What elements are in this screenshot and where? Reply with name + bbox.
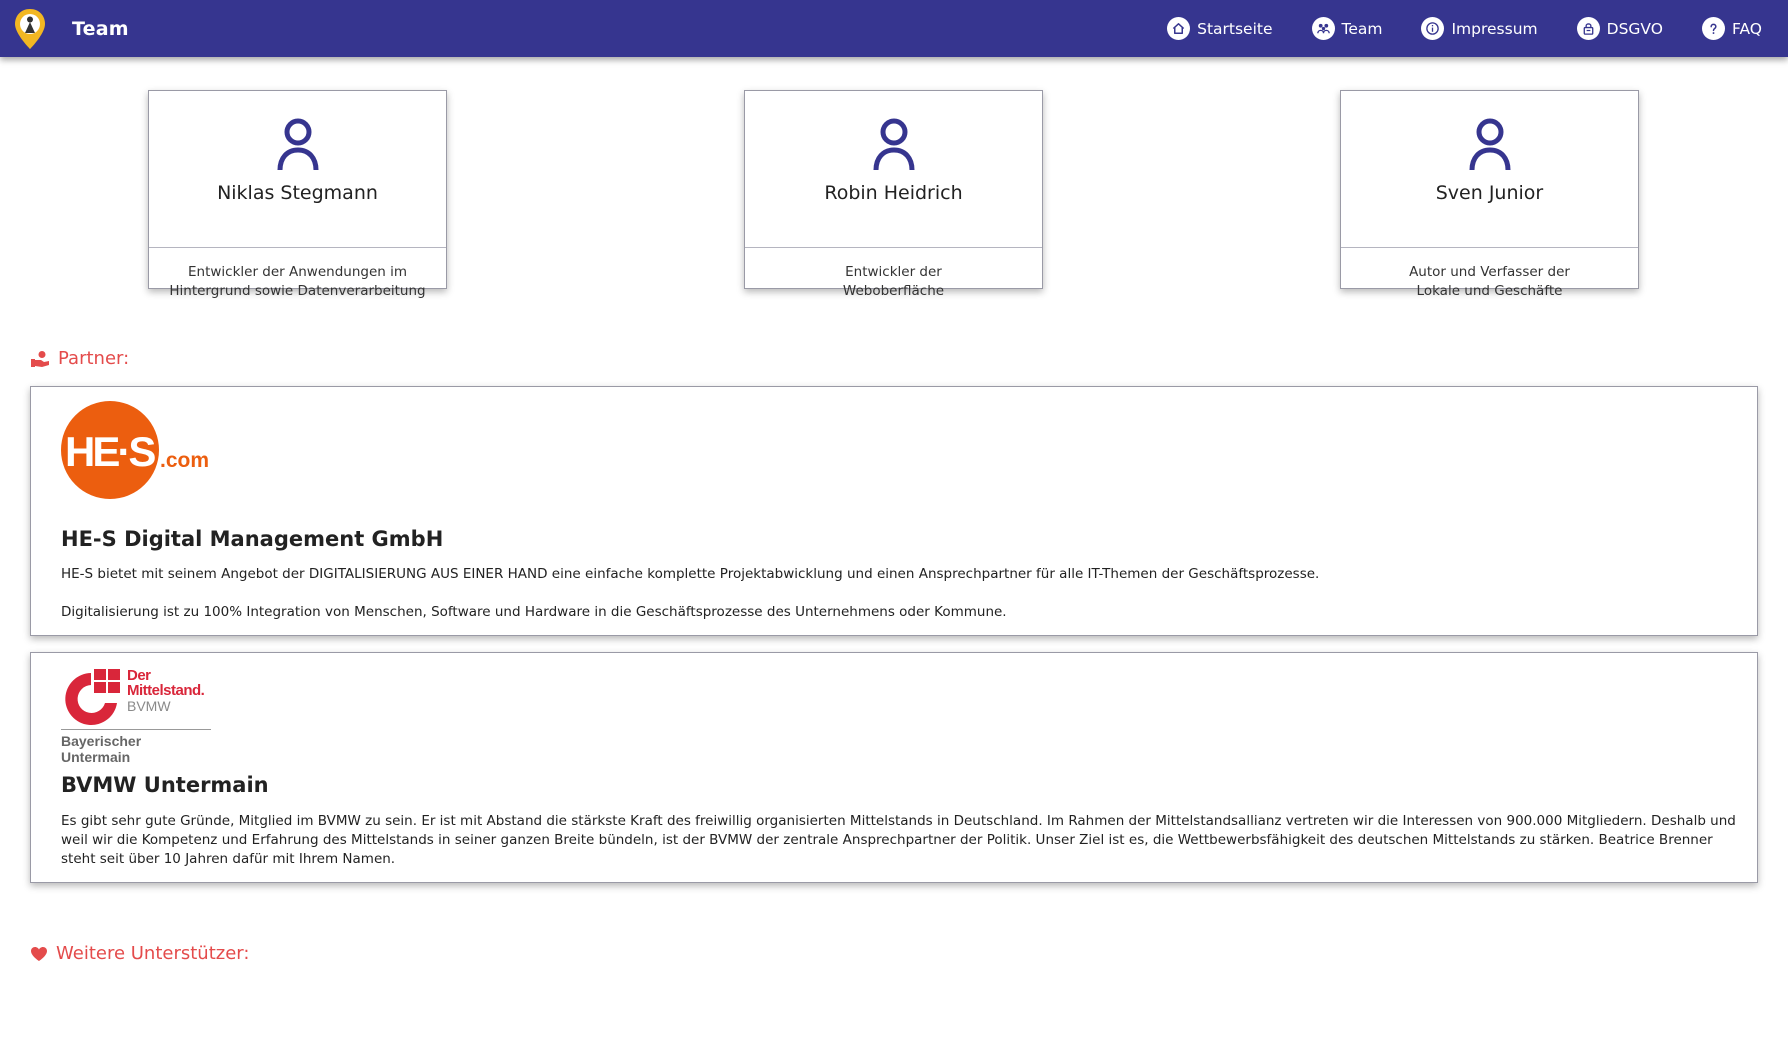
nav-faq[interactable]: FAQ [1701,17,1762,40]
supporters-heading: Weitere Unterstützer: [30,943,249,964]
nav-dsgvo[interactable]: DSGVO [1576,17,1663,40]
hes-logo-suffix: .com [160,449,210,472]
team-card-header: Niklas Stegmann [149,118,446,248]
partner-heading: Partner: [30,348,129,369]
nav-links: Startseite Team Impressum DSGVO FAQ [1128,0,1788,57]
supporters-heading-label: Weitere Unterstützer: [56,943,250,964]
partner-description: Digitalisierung ist zu 100% Integration … [61,604,1007,620]
home-icon [1167,17,1191,40]
hes-logo-text: HE·S [65,428,156,475]
nav-team-label: Team [1341,19,1383,38]
hes-logo: HE·S .com [61,401,213,501]
partner-heading-label: Partner: [58,348,130,369]
nav-team[interactable]: Team [1311,17,1383,40]
bvmw-logo-region: Bayerischer Untermain [61,733,142,765]
nav-faq-label: FAQ [1731,19,1762,38]
team-card: Niklas Stegmann Entwickler der Anwendung… [148,90,447,299]
nav-impressum[interactable]: Impressum [1421,17,1538,40]
app-logo-icon [15,8,45,49]
partner-description: HE-S bietet mit seinem Angebot der DIGIT… [61,566,1320,582]
member-role: Autor und Verfasser der Lokale und Gesch… [1409,264,1570,299]
team-card-header: Robin Heidrich [745,118,1042,248]
nav-startseite-label: Startseite [1197,19,1273,38]
person-icon [873,118,914,171]
bvmw-logo-line2: Mittelstand. [127,682,205,699]
team-card-header: Sven Junior [1341,118,1638,248]
bvmw-emblem-icon [65,669,120,725]
people-icon [1311,17,1335,40]
bvmw-logo: Der Mittelstand. BVMW Bayerischer Unterm… [61,667,213,765]
nav-impressum-label: Impressum [1451,19,1538,38]
info-icon [1421,17,1445,40]
member-name: Niklas Stegmann [217,182,378,204]
partner-card-hes: HE·S .com HE-S Digital Management GmbH H… [30,386,1758,636]
member-role: Entwickler der Anwendungen im Hintergrun… [169,264,426,299]
lock-icon [1576,17,1600,40]
bvmw-logo-divider [61,729,211,730]
app-title: Team [72,17,129,40]
team-card: Sven Junior Autor und Verfasser der Loka… [1340,90,1639,299]
person-icon [277,118,318,171]
nav-startseite[interactable]: Startseite [1167,17,1273,40]
handshake-icon [31,350,49,367]
person-icon [1469,118,1510,171]
member-role: Entwickler der Weboberfläche [842,264,945,299]
bvmw-logo-line3: BVMW [127,698,171,714]
team-card: Robin Heidrich Entwickler der Weboberflä… [744,90,1043,299]
heart-icon [31,946,47,961]
partner-card-bvmw: Der Mittelstand. BVMW Bayerischer Unterm… [30,652,1758,883]
member-name: Sven Junior [1435,182,1544,204]
navbar: Team Startseite Team Impressum DSGVO FAQ [0,0,1788,57]
partner-description: Es gibt sehr gute Gründe, Mitglied im BV… [61,813,1736,867]
brand[interactable]: Team [0,0,129,57]
partner-name: HE-S Digital Management GmbH [61,527,444,551]
bvmw-logo-line1: Der [127,667,151,684]
question-icon [1701,17,1725,40]
partner-name: BVMW Untermain [61,773,269,797]
nav-dsgvo-label: DSGVO [1606,19,1663,38]
member-name: Robin Heidrich [824,182,963,204]
